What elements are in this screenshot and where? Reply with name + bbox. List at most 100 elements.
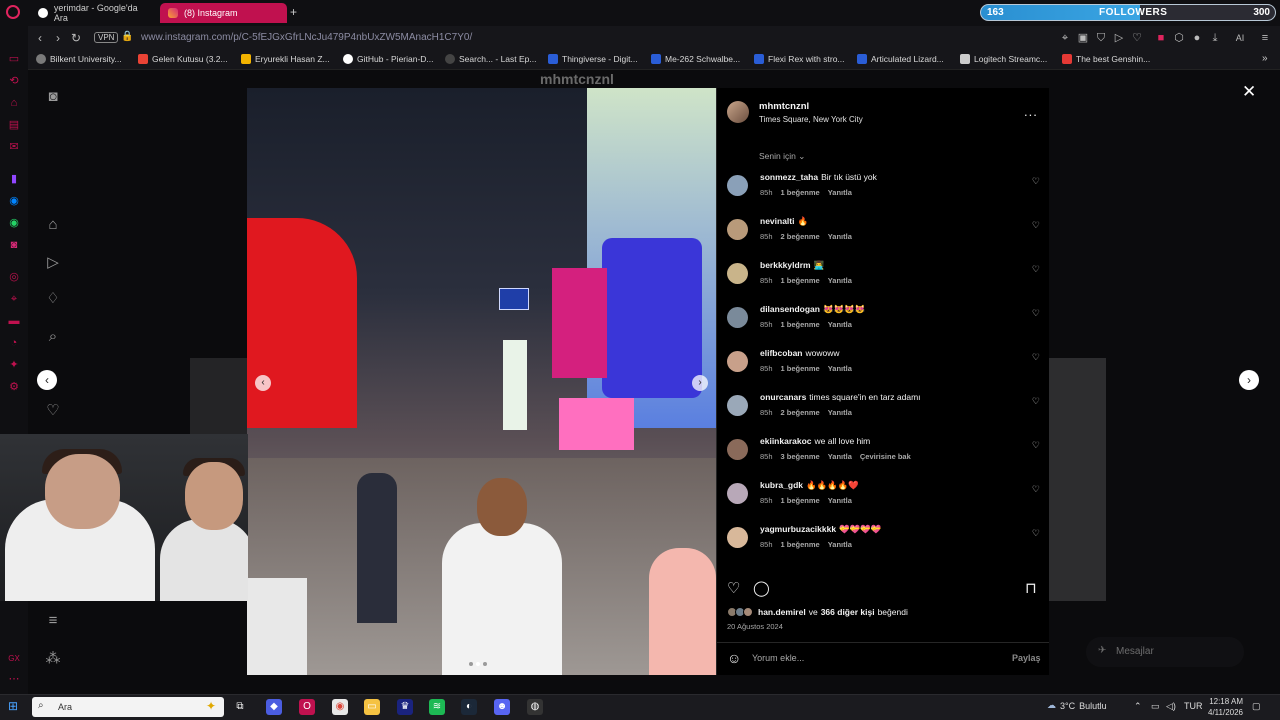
likes-icon[interactable]: ♡ [44, 402, 62, 420]
snapshot-icon[interactable]: ▣ [1075, 30, 1091, 46]
lock-icon[interactable]: 🔒 [121, 31, 133, 42]
likes-user[interactable]: han.demirel [758, 607, 806, 617]
comment-time[interactable]: 85h [760, 188, 773, 197]
volume-icon[interactable]: ◁) [1166, 701, 1176, 712]
avatar[interactable] [727, 101, 749, 123]
reply-button[interactable]: Yanıtla [828, 276, 852, 285]
next-post-icon[interactable]: › [1239, 370, 1259, 390]
whatsapp-icon[interactable]: ◉ [7, 216, 21, 230]
bookmark-item[interactable]: Bilkent University... [36, 54, 122, 64]
comment-likes[interactable]: 1 beğenme [781, 496, 820, 505]
bookmark-item[interactable]: Me-262 Schwalbe... [651, 54, 740, 64]
comment-username[interactable]: onurcanars [760, 392, 806, 402]
bookmark-item[interactable]: GitHub - Pierian-D... [343, 54, 434, 64]
comment-like-icon[interactable]: ♡ [1032, 440, 1040, 451]
avatar[interactable] [727, 351, 748, 372]
comment-time[interactable]: 85h [760, 540, 773, 549]
avatar[interactable] [727, 439, 748, 460]
comment-time[interactable]: 85h [760, 408, 773, 417]
network-icon[interactable]: ▭ [1151, 701, 1160, 712]
home-icon[interactable]: ⌂ [44, 216, 62, 234]
reload-icon[interactable]: ↻ [68, 30, 84, 46]
post-username[interactable]: mhmtcnznl [759, 101, 809, 112]
avatar[interactable] [727, 483, 748, 504]
comment-likes[interactable]: 2 beğenme [781, 408, 820, 417]
news-icon[interactable]: ▤ [7, 118, 21, 132]
opera-logo-icon[interactable] [6, 5, 20, 19]
comment-like-icon[interactable]: ♡ [1032, 264, 1040, 275]
shield-icon[interactable]: ⛉ [1093, 30, 1109, 46]
comment-likes[interactable]: 1 beğenme [781, 540, 820, 549]
comment-username[interactable]: sonmezz_taha [760, 172, 818, 182]
play-icon[interactable]: ▷ [1111, 30, 1127, 46]
player-icon[interactable]: ◎ [7, 270, 21, 284]
download-icon[interactable]: ⤓ [1207, 30, 1223, 46]
comment-username[interactable]: nevinalti [760, 216, 794, 226]
extension-icon[interactable]: ■ [1153, 30, 1169, 46]
reply-button[interactable]: Yanıtla [828, 232, 852, 241]
avatar[interactable] [727, 263, 748, 284]
instagram-sidebar-icon[interactable]: ◙ [7, 238, 21, 252]
messages-button[interactable]: ✈ Mesajlar [1086, 637, 1244, 667]
tray-overflow-icon[interactable]: ⌃ [1134, 701, 1142, 712]
emoji-icon[interactable]: ☺ [727, 650, 741, 666]
discord-icon[interactable]: ☻ [494, 699, 510, 715]
share-button[interactable]: Paylaş [1012, 653, 1041, 663]
spotify-icon[interactable]: ≋ [429, 699, 445, 715]
comment-input[interactable] [752, 651, 992, 665]
comment-username[interactable]: yagmurbuzacikkkk [760, 524, 836, 534]
adjacent-post-preview[interactable] [1049, 358, 1106, 601]
comment-sort-dropdown[interactable]: Senin için ⌄ [759, 151, 805, 162]
bookmark-item[interactable]: Articulated Lizard... [857, 54, 944, 64]
heart-icon[interactable]: ♡ [1129, 30, 1145, 46]
comment-like-icon[interactable]: ♡ [1032, 308, 1040, 319]
wallet-icon[interactable]: ▬ [7, 314, 21, 328]
settings-icon[interactable]: ⚙ [7, 380, 21, 394]
pin-icon[interactable]: ⌖ [7, 292, 21, 306]
photo-prev-icon[interactable]: ‹ [255, 375, 271, 391]
opera-taskbar-icon[interactable]: O [299, 699, 315, 715]
instagram-logo-icon[interactable]: ◙ [44, 88, 62, 106]
comment-like-icon[interactable]: ♡ [1032, 352, 1040, 363]
app-icon[interactable]: ♛ [397, 699, 413, 715]
extensions-icon[interactable]: ✦ [7, 358, 21, 372]
vpn-badge[interactable]: VPN [94, 32, 119, 43]
windows-start-icon[interactable]: ⊞ [8, 699, 18, 713]
comment-likes[interactable]: 1 beğenme [781, 364, 820, 373]
history-icon[interactable]: ⟲ [7, 74, 21, 88]
new-tab-button[interactable]: + [290, 5, 297, 19]
chrome-icon[interactable]: ◉ [332, 699, 348, 715]
reply-button[interactable]: Yanıtla [828, 540, 852, 549]
comment-like-icon[interactable]: ♡ [1032, 484, 1040, 495]
threads-icon[interactable]: ⁂ [44, 650, 62, 668]
likes-others[interactable]: 366 diğer kişi [821, 607, 875, 617]
more-options-icon[interactable]: ... [1024, 104, 1038, 119]
comment-time[interactable]: 85h [760, 452, 773, 461]
comment-like-icon[interactable]: ♡ [1032, 220, 1040, 231]
comment-username[interactable]: kubra_gdk [760, 480, 803, 490]
clock[interactable]: 12:18 AM 4/11/2026 [1203, 696, 1243, 718]
speed-dial-icon[interactable]: ▭ [7, 52, 21, 66]
taskbar-search[interactable]: ⌕ Ara ✦ [32, 697, 224, 717]
reply-button[interactable]: Yanıtla [828, 364, 852, 373]
avatar[interactable] [727, 307, 748, 328]
bookmark-item[interactable]: The best Genshin... [1062, 54, 1150, 64]
ai-button[interactable]: AI [1229, 30, 1251, 46]
tab-google-search[interactable]: yerimdar - Google'da Ara [30, 3, 160, 23]
menu-icon[interactable]: ≡ [1257, 30, 1273, 46]
reply-button[interactable]: Yanıtla [828, 496, 852, 505]
comment-username[interactable]: berkkkyldrm [760, 260, 811, 270]
comment-time[interactable]: 85h [760, 496, 773, 505]
likes-summary[interactable]: han.demirel ve 366 diğer kişi beğendi [727, 607, 908, 617]
comment-likes[interactable]: 3 beğenme [781, 452, 820, 461]
comment-username[interactable]: elifbcoban [760, 348, 803, 358]
like-icon[interactable]: ♡ [727, 579, 740, 597]
copilot-icon[interactable]: ◆ [266, 699, 282, 715]
comment-time[interactable]: 85h [760, 276, 773, 285]
bookmark-item[interactable]: Search... - Last Ep... [445, 54, 536, 64]
bookmarks-overflow-icon[interactable]: » [1262, 53, 1268, 64]
comment-like-icon[interactable]: ♡ [1032, 396, 1040, 407]
comment-likes[interactable]: 2 beğenme [781, 232, 820, 241]
obs-icon[interactable]: ◍ [527, 699, 543, 715]
bookmark-item[interactable]: Logitech Streamc... [960, 54, 1047, 64]
